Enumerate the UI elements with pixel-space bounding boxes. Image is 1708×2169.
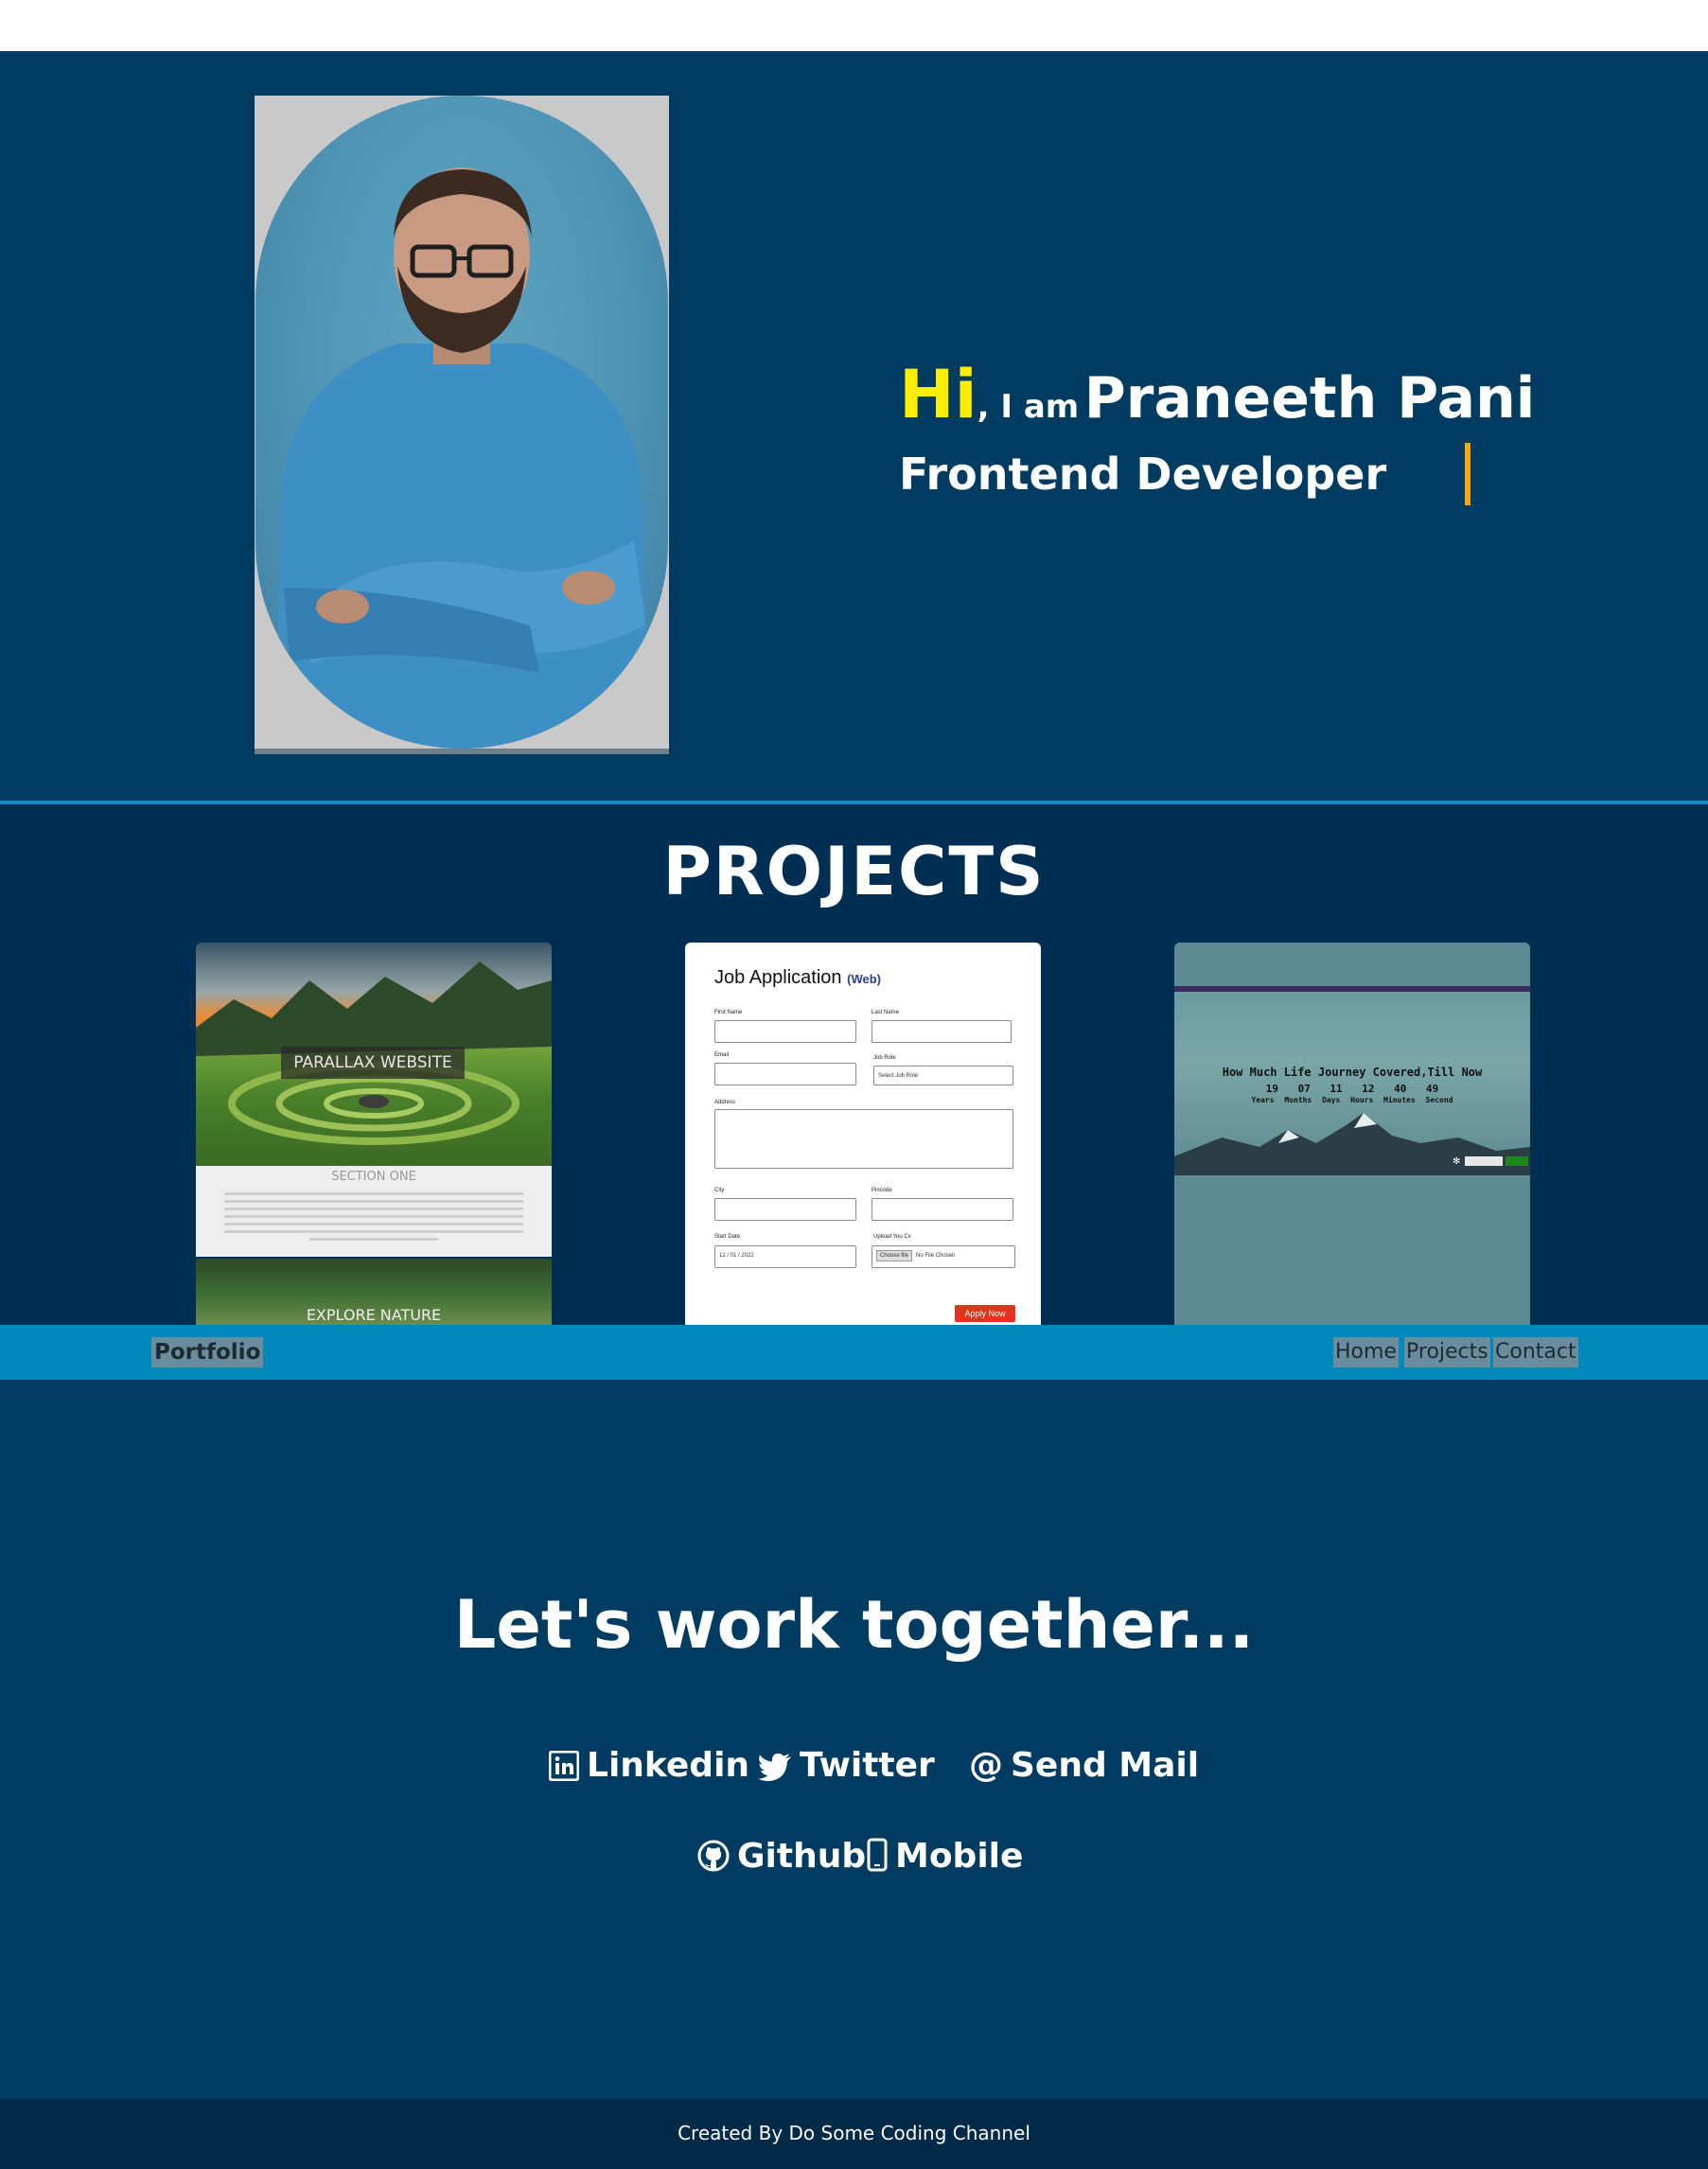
nav-brand[interactable]: Portfolio [151,1337,264,1367]
nav-link-home[interactable]: Home [1333,1337,1399,1367]
twitter-icon [758,1753,791,1782]
projects-title: PROJECTS [662,833,1046,910]
hero-name: Praneeth Pani [1083,365,1536,432]
project-card-job-application[interactable]: Job Application (Web) First Name Last Na… [685,943,1041,1325]
job-label-job-role: Job Role [873,1055,896,1061]
hero-greeting: Hi, I am Praneeth Pani [899,356,1535,433]
profile-photo-illustration [274,168,649,749]
job-first-name-field[interactable] [714,1020,856,1043]
browser-top-bar [1174,986,1530,992]
parallax-bottom-label: EXPLORE NATURE [306,1306,442,1324]
mobile-icon [867,1838,888,1872]
no-file-chosen-text: No File Chosen [916,1253,956,1259]
job-form-title: Job Application (Web) [714,967,881,989]
job-label-city: City [714,1188,725,1193]
mobile-link[interactable]: Mobile [867,1836,1023,1878]
job-start-date-value: 12 / 01 / 2022 [719,1253,754,1259]
job-start-date-field[interactable]: 12 / 01 / 2022 [714,1245,856,1268]
greeting-hi: Hi [899,356,977,433]
send-mail-label: Send Mail [1011,1746,1200,1785]
parallax-section-title: SECTION ONE [331,1170,416,1184]
linkedin-icon [548,1750,580,1782]
parallax-text-line [224,1215,523,1218]
twitter-label: Twitter [800,1746,935,1785]
parallax-text-line [224,1223,523,1226]
job-address-field[interactable] [714,1109,1013,1169]
job-email-field[interactable] [714,1063,856,1085]
hero-role: Frontend Developer [899,449,1387,500]
parallax-bottom-image: EXPLORE NATURE [196,1259,552,1325]
settings-gear-icon[interactable]: ✻ [1453,1156,1460,1167]
parallax-text-line [224,1200,523,1203]
parallax-hero-image: PARALLAX WEBSITE [196,943,552,1166]
choose-file-button[interactable]: Choose file [876,1250,913,1261]
parallax-text-line [309,1238,438,1241]
send-mail-link[interactable]: @ Send Mail [969,1745,1199,1787]
linkedin-label: Linkedin [587,1746,750,1785]
job-pincode-field[interactable] [872,1198,1013,1221]
profile-photo [255,96,668,749]
navbar: Portfolio Home Projects Contact [0,1325,1708,1380]
job-upload-cv-field[interactable]: Choose file No File Chosen [872,1245,1015,1268]
greeting-iam: , I am [977,388,1080,426]
twitter-link[interactable]: Twitter [758,1745,935,1787]
profile-photo-frame [255,96,669,754]
hero-section: Hi, I am Praneeth Pani Frontend Develope… [0,51,1708,801]
mobile-label: Mobile [895,1837,1024,1876]
parallax-text-line [224,1230,523,1233]
parallax-text-line [224,1208,523,1210]
parallax-section-one: SECTION ONE [196,1166,552,1257]
job-label-pincode: Pincode [872,1188,892,1193]
job-role-select[interactable]: Select Job Role [873,1066,1013,1085]
at-sign-icon: @ [969,1746,1003,1785]
project-card-parallax[interactable]: PARALLAX WEBSITE SECTION ONE EXPLORE NAT… [196,943,552,1325]
parallax-hero-label: PARALLAX WEBSITE [281,1047,465,1079]
countdown-numbers: 19 07 11 12 40 49 [1265,1083,1439,1095]
apply-now-button[interactable]: Apply Now [955,1305,1015,1322]
project-card-life-countdown[interactable]: How Much Life Journey Covered,Till Now 1… [1174,943,1530,1325]
countdown-submit-button[interactable] [1506,1156,1528,1166]
linkedin-link[interactable]: Linkedin [548,1745,750,1787]
github-label: Github [737,1837,867,1876]
nav-link-contact[interactable]: Contact [1493,1337,1578,1367]
top-strip [0,0,1708,51]
job-label-email: Email [714,1052,730,1058]
github-link[interactable]: Github [697,1836,866,1878]
job-label-last-name: Last Name [872,1010,900,1015]
parallax-text-line [224,1192,523,1195]
job-label-start-date: Start Date [714,1234,741,1240]
countdown-screenshot: How Much Life Journey Covered,Till Now 1… [1174,986,1530,1175]
footer-credit: Created By Do Some Coding Channel [678,2122,1030,2144]
countdown-title: How Much Life Journey Covered,Till Now [1222,1066,1483,1079]
contact-section: Let's work together... Linkedin Twitter … [0,1380,1708,2099]
projects-section: PROJECTS PARALLAX WEBSITE SECTION ONE EX… [0,804,1708,1325]
github-icon [697,1840,730,1872]
nav-link-projects[interactable]: Projects [1404,1337,1490,1367]
job-city-field[interactable] [714,1198,856,1221]
contact-title: Let's work together... [453,1586,1255,1664]
countdown-units: Years Months Days Hours Minutes Second [1251,1096,1453,1104]
countdown-date-select[interactable] [1465,1156,1503,1166]
footer: Created By Do Some Coding Channel [0,2099,1708,2169]
typing-cursor [1465,443,1470,505]
job-label-first-name: First Name [714,1010,743,1015]
job-label-address: Address [714,1100,736,1105]
job-label-upload-cv: Upload You Cv [873,1234,911,1240]
job-form-subtitle: (Web) [847,972,881,986]
job-role-select-value: Select Job Role [878,1073,919,1079]
job-form-title-text: Job Application [714,967,842,988]
job-last-name-field[interactable] [872,1020,1012,1043]
